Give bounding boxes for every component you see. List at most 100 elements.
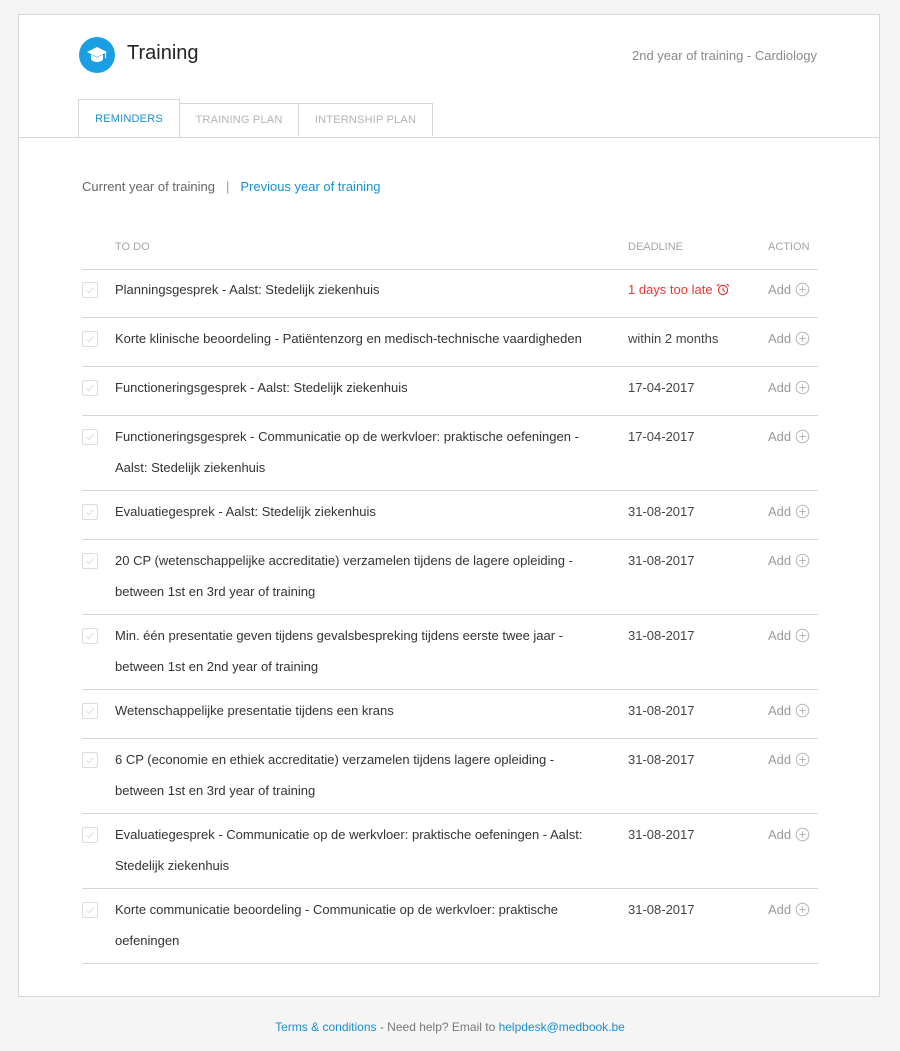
todo-text: Evaluatiegesprek - Aalst: Stedelijk ziek… bbox=[115, 504, 376, 519]
add-label: Add bbox=[768, 504, 792, 519]
table-header: TO DO DEADLINE ACTION bbox=[82, 239, 818, 270]
todo-text: Korte klinische beoordeling - Patiëntenz… bbox=[115, 331, 582, 346]
plus-circle-icon bbox=[795, 752, 810, 767]
page-title: Training bbox=[127, 42, 199, 64]
table-row: Korte communicatie beoordeling - Communi… bbox=[82, 889, 818, 964]
training-card: Training 2nd year of training - Cardiolo… bbox=[18, 14, 880, 997]
tab-reminders[interactable]: REMINDERS bbox=[78, 99, 180, 137]
add-button[interactable]: Add bbox=[768, 429, 810, 444]
deadline-cell: 1 days too late bbox=[628, 282, 730, 297]
tab-bar: REMINDERS TRAINING PLAN INTERNSHIP PLAN bbox=[19, 99, 879, 138]
deadline-text: 31-08-2017 bbox=[628, 504, 695, 519]
plus-circle-icon bbox=[795, 628, 810, 643]
deadline-cell: 31-08-2017 bbox=[628, 902, 695, 917]
plus-circle-icon bbox=[795, 282, 810, 297]
checkmark-icon bbox=[86, 907, 95, 914]
current-year-link[interactable]: Current year of training bbox=[82, 179, 215, 194]
terms-link[interactable]: Terms & conditions bbox=[275, 1020, 376, 1034]
todo-text: Functioneringsgesprek - Aalst: Stedelijk… bbox=[115, 380, 408, 395]
row-checkbox[interactable] bbox=[82, 827, 98, 843]
reminders-table: Planningsgesprek - Aalst: Stedelijk ziek… bbox=[82, 269, 818, 964]
deadline-cell: within 2 months bbox=[628, 331, 718, 346]
add-button[interactable]: Add bbox=[768, 282, 810, 297]
deadline-text: within 2 months bbox=[628, 331, 719, 346]
helpdesk-email-link[interactable]: helpdesk@medbook.be bbox=[499, 1020, 625, 1034]
row-checkbox[interactable] bbox=[82, 902, 98, 918]
deadline-cell: 31-08-2017 bbox=[628, 553, 695, 568]
add-button[interactable]: Add bbox=[768, 380, 810, 395]
deadline-text: 17-04-2017 bbox=[628, 429, 695, 444]
table-row: 20 CP (wetenschappelijke accreditatie) v… bbox=[82, 540, 818, 615]
add-button[interactable]: Add bbox=[768, 504, 810, 519]
add-button[interactable]: Add bbox=[768, 628, 810, 643]
training-year-info: 2nd year of training - Cardiology bbox=[632, 48, 817, 63]
table-row: Min. één presentatie geven tijdens geval… bbox=[82, 615, 818, 690]
graduation-cap-icon bbox=[79, 37, 115, 73]
todo-text: Wetenschappelijke presentatie tijdens ee… bbox=[115, 703, 394, 718]
table-row: Planningsgesprek - Aalst: Stedelijk ziek… bbox=[82, 269, 818, 318]
todo-text: 6 CP (economie en ethiek accreditatie) v… bbox=[115, 752, 555, 798]
table-row: Evaluatiegesprek - Aalst: Stedelijk ziek… bbox=[82, 491, 818, 540]
row-checkbox[interactable] bbox=[82, 752, 98, 768]
deadline-text: 1 days too late bbox=[628, 282, 713, 297]
table-row: Functioneringsgesprek - Communicatie op … bbox=[82, 416, 818, 491]
todo-text: Korte communicatie beoordeling - Communi… bbox=[115, 902, 558, 948]
plus-circle-icon bbox=[795, 827, 810, 842]
deadline-cell: 17-04-2017 bbox=[628, 380, 695, 395]
add-label: Add bbox=[768, 827, 792, 842]
checkmark-icon bbox=[86, 287, 95, 294]
deadline-text: 31-08-2017 bbox=[628, 553, 695, 568]
checkmark-icon bbox=[86, 832, 95, 839]
separator: | bbox=[225, 179, 230, 194]
footer: Terms & conditions - Need help? Email to… bbox=[0, 1020, 900, 1034]
add-label: Add bbox=[768, 553, 792, 568]
alarm-clock-icon bbox=[716, 283, 729, 296]
add-label: Add bbox=[768, 331, 792, 346]
previous-year-link[interactable]: Previous year of training bbox=[240, 179, 380, 194]
plus-circle-icon bbox=[795, 380, 810, 395]
add-label: Add bbox=[768, 902, 792, 917]
row-checkbox[interactable] bbox=[82, 331, 98, 347]
checkmark-icon bbox=[86, 509, 95, 516]
todo-text: Min. één presentatie geven tijdens geval… bbox=[115, 628, 564, 674]
deadline-text: 31-08-2017 bbox=[628, 752, 695, 767]
table-row: Evaluatiegesprek - Communicatie op de we… bbox=[82, 814, 818, 889]
add-button[interactable]: Add bbox=[768, 827, 810, 842]
row-checkbox[interactable] bbox=[82, 380, 98, 396]
row-checkbox[interactable] bbox=[82, 703, 98, 719]
add-button[interactable]: Add bbox=[768, 553, 810, 568]
column-header-todo: TO DO bbox=[115, 241, 150, 253]
deadline-cell: 31-08-2017 bbox=[628, 752, 695, 767]
row-checkbox[interactable] bbox=[82, 628, 98, 644]
table-row: Korte klinische beoordeling - Patiëntenz… bbox=[82, 318, 818, 367]
help-text: - Need help? Email to bbox=[376, 1020, 499, 1034]
plus-circle-icon bbox=[795, 703, 810, 718]
add-button[interactable]: Add bbox=[768, 752, 810, 767]
add-button[interactable]: Add bbox=[768, 902, 810, 917]
column-header-deadline: DEADLINE bbox=[628, 241, 684, 253]
checkmark-icon bbox=[86, 757, 95, 764]
todo-text: Evaluatiegesprek - Communicatie op de we… bbox=[115, 827, 583, 873]
table-row: Functioneringsgesprek - Aalst: Stedelijk… bbox=[82, 367, 818, 416]
add-button[interactable]: Add bbox=[768, 331, 810, 346]
row-checkbox[interactable] bbox=[82, 553, 98, 569]
deadline-cell: 31-08-2017 bbox=[628, 827, 695, 842]
row-checkbox[interactable] bbox=[82, 282, 98, 298]
row-checkbox[interactable] bbox=[82, 504, 98, 520]
plus-circle-icon bbox=[795, 331, 810, 346]
add-label: Add bbox=[768, 703, 792, 718]
add-button[interactable]: Add bbox=[768, 703, 810, 718]
column-header-action: ACTION bbox=[768, 241, 810, 253]
plus-circle-icon bbox=[795, 553, 810, 568]
tab-training-plan[interactable]: TRAINING PLAN bbox=[179, 103, 299, 136]
deadline-text: 31-08-2017 bbox=[628, 703, 695, 718]
add-label: Add bbox=[768, 752, 792, 767]
row-checkbox[interactable] bbox=[82, 429, 98, 445]
checkmark-icon bbox=[86, 336, 95, 343]
tab-internship-plan[interactable]: INTERNSHIP PLAN bbox=[298, 103, 433, 136]
checkmark-icon bbox=[86, 558, 95, 565]
year-switcher: Current year of training | Previous year o… bbox=[82, 179, 381, 194]
todo-text: 20 CP (wetenschappelijke accreditatie) v… bbox=[115, 553, 573, 599]
checkmark-icon bbox=[86, 708, 95, 715]
table-row: 6 CP (economie en ethiek accreditatie) v… bbox=[82, 739, 818, 814]
